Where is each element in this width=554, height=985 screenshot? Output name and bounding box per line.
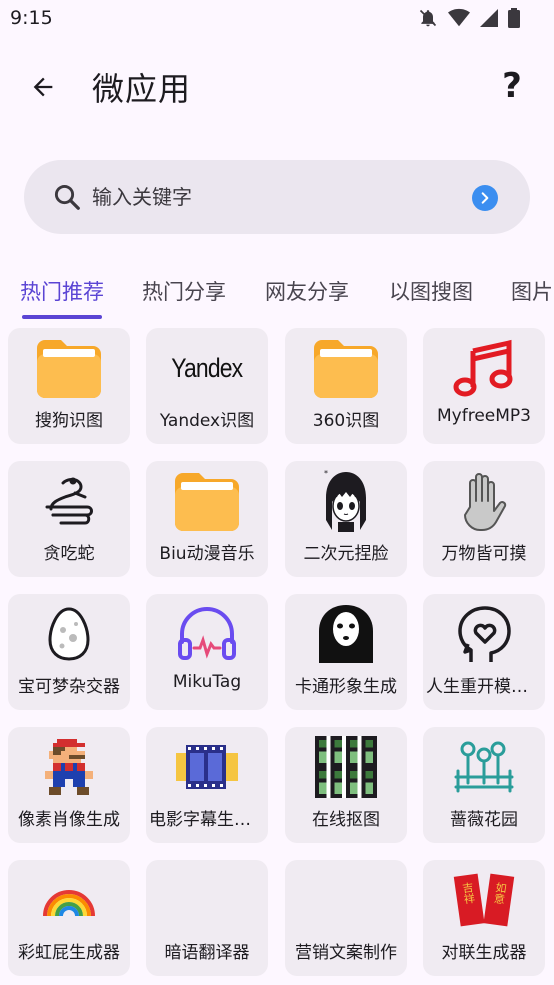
help-button[interactable]: ? — [492, 66, 532, 106]
app-label: MikuTag — [172, 672, 242, 692]
heart-head-icon — [458, 606, 511, 662]
search-bar — [24, 160, 530, 234]
pixel-mario-icon — [45, 739, 93, 795]
app-card-pokemon[interactable]: 宝可梦杂交器 — [8, 594, 130, 710]
status-time: 9:15 — [10, 7, 53, 29]
app-card-marketing-copy[interactable]: 营销文案制作 — [285, 860, 407, 976]
folder-icon — [175, 473, 239, 531]
app-card-cartoon[interactable]: 卡通形象生成 — [285, 594, 407, 710]
app-card-pixel-portrait[interactable]: 像素肖像生成 — [8, 727, 130, 843]
app-label: 彩虹屁生成器 — [18, 943, 120, 963]
app-card-snake[interactable]: 贪吃蛇 — [8, 461, 130, 577]
app-label: 暗语翻译器 — [164, 943, 250, 963]
battery-icon — [508, 8, 520, 28]
app-label: 营销文案制作 — [295, 943, 397, 963]
app-card-sogou[interactable]: 搜狗识图 — [8, 328, 130, 444]
category-tabs: 热门推荐 热门分享 网友分享 以图搜图 图片 — [0, 262, 554, 320]
signal-icon — [480, 9, 498, 27]
back-button[interactable] — [24, 68, 62, 106]
app-card-touch[interactable]: 万物皆可摸 — [423, 461, 545, 577]
chevron-right-icon — [481, 192, 489, 204]
app-label: 卡通形象生成 — [295, 677, 397, 697]
app-card-mikutag[interactable]: MikuTag — [146, 594, 268, 710]
status-icons — [418, 8, 520, 28]
app-label: 蔷薇花园 — [450, 810, 518, 830]
app-card-biu[interactable]: Biu动漫音乐 — [146, 461, 268, 577]
music-note-icon — [453, 339, 513, 397]
app-label: 360识图 — [312, 411, 380, 431]
search-input[interactable] — [92, 178, 452, 216]
app-card-movie-subtitle[interactable]: 电影字幕生成器 — [146, 727, 268, 843]
app-label: 在线抠图 — [312, 810, 380, 830]
garden-fence-icon — [454, 741, 514, 793]
search-icon — [54, 184, 80, 210]
arrow-back-icon — [33, 77, 53, 97]
app-card-anime-face[interactable]: * 二次元捏脸 — [285, 461, 407, 577]
svg-text:*: * — [324, 469, 328, 478]
tab-image-search[interactable]: 以图搜图 — [389, 276, 473, 306]
app-card-rainbow[interactable]: 彩虹屁生成器 — [8, 860, 130, 976]
tab-user-share[interactable]: 网友分享 — [265, 276, 349, 306]
rainbow-icon — [43, 890, 95, 917]
page-title: 微应用 — [92, 70, 192, 108]
snake-icon — [45, 477, 93, 525]
tab-hot-share[interactable]: 热门分享 — [142, 276, 226, 306]
no-face-icon — [319, 605, 373, 663]
egg-icon — [48, 607, 90, 661]
app-label: 贪吃蛇 — [43, 544, 95, 564]
headphones-icon — [178, 607, 236, 660]
app-card-360[interactable]: 360识图 — [285, 328, 407, 444]
app-card-rose-garden[interactable]: 蔷薇花园 — [423, 727, 545, 843]
tab-hot-recommend[interactable]: 热门推荐 — [20, 276, 104, 306]
app-label: MyfreeMP3 — [437, 406, 531, 426]
notifications-off-icon — [419, 9, 437, 27]
couplet-icon: 吉祥 如意 — [453, 873, 515, 927]
anime-girl-icon: * — [324, 469, 366, 532]
app-label: 电影字幕生成器 — [149, 810, 265, 830]
app-card-yandex[interactable]: Yandex Yandex识图 — [146, 328, 268, 444]
status-bar: 9:15 — [0, 0, 554, 38]
folder-icon — [314, 340, 378, 398]
hand-icon — [464, 473, 507, 531]
app-card-couplet[interactable]: 吉祥 如意 对联生成器 — [423, 860, 545, 976]
wifi-icon — [448, 8, 470, 27]
film-strip-icon — [176, 745, 238, 789]
pixel-figures-icon — [315, 736, 377, 798]
app-label: 万物皆可摸 — [441, 544, 527, 564]
app-label: 对联生成器 — [441, 943, 527, 963]
search-go-button[interactable] — [472, 185, 498, 211]
folder-icon — [37, 340, 101, 398]
app-label: 二次元捏脸 — [303, 544, 389, 564]
app-card-myfreemp3[interactable]: MyfreeMP3 — [423, 328, 545, 444]
app-card-secret-translator[interactable]: 暗语翻译器 — [146, 860, 268, 976]
yandex-logo: Yandex — [171, 352, 243, 383]
app-label: 宝可梦杂交器 — [18, 677, 120, 697]
app-card-life-restart[interactable]: 人生重开模拟器 — [423, 594, 545, 710]
app-label: 人生重开模拟器 — [426, 677, 542, 697]
app-label: Yandex识图 — [159, 411, 255, 431]
app-label: 像素肖像生成 — [18, 810, 120, 830]
tab-indicator — [22, 315, 102, 319]
app-bar: 微应用 ? — [0, 50, 554, 124]
app-card-cutout[interactable]: 在线抠图 — [285, 727, 407, 843]
app-label: Biu动漫音乐 — [159, 544, 255, 564]
app-label: 搜狗识图 — [35, 411, 103, 431]
tab-images[interactable]: 图片 — [511, 276, 553, 306]
